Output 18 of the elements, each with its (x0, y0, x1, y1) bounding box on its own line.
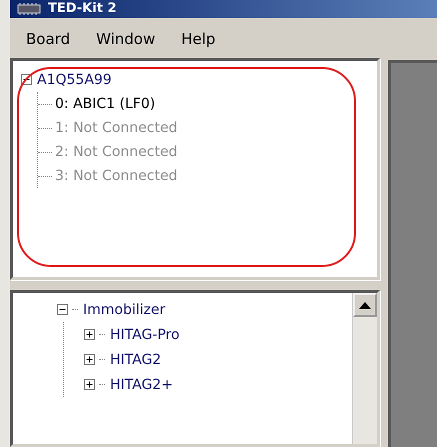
tree-item[interactable]: Immobilizer (83, 302, 166, 318)
collapse-icon[interactable] (57, 304, 68, 315)
window-title: TED-Kit 2 (48, 1, 116, 17)
expand-icon[interactable] (84, 379, 95, 390)
tree-item[interactable]: HITAG-Pro (110, 326, 180, 342)
expand-icon[interactable] (84, 329, 95, 340)
tree-item[interactable]: A1Q55A99 (37, 72, 112, 88)
menu-item[interactable]: Board (26, 30, 70, 48)
chip-icon (16, 2, 42, 16)
tree-item[interactable]: HITAG2 (110, 352, 162, 368)
expand-icon[interactable] (84, 354, 95, 365)
tree-item[interactable]: HITAG2+ (110, 376, 173, 392)
menu-item[interactable]: Help (181, 30, 216, 48)
scrollbar[interactable] (352, 293, 377, 444)
tree-item[interactable]: 0: ABIC1 (LF0) (55, 96, 156, 112)
menu-item[interactable]: Window (96, 30, 156, 48)
up-arrow-icon (359, 302, 371, 308)
scroll-up-button[interactable] (353, 293, 377, 317)
